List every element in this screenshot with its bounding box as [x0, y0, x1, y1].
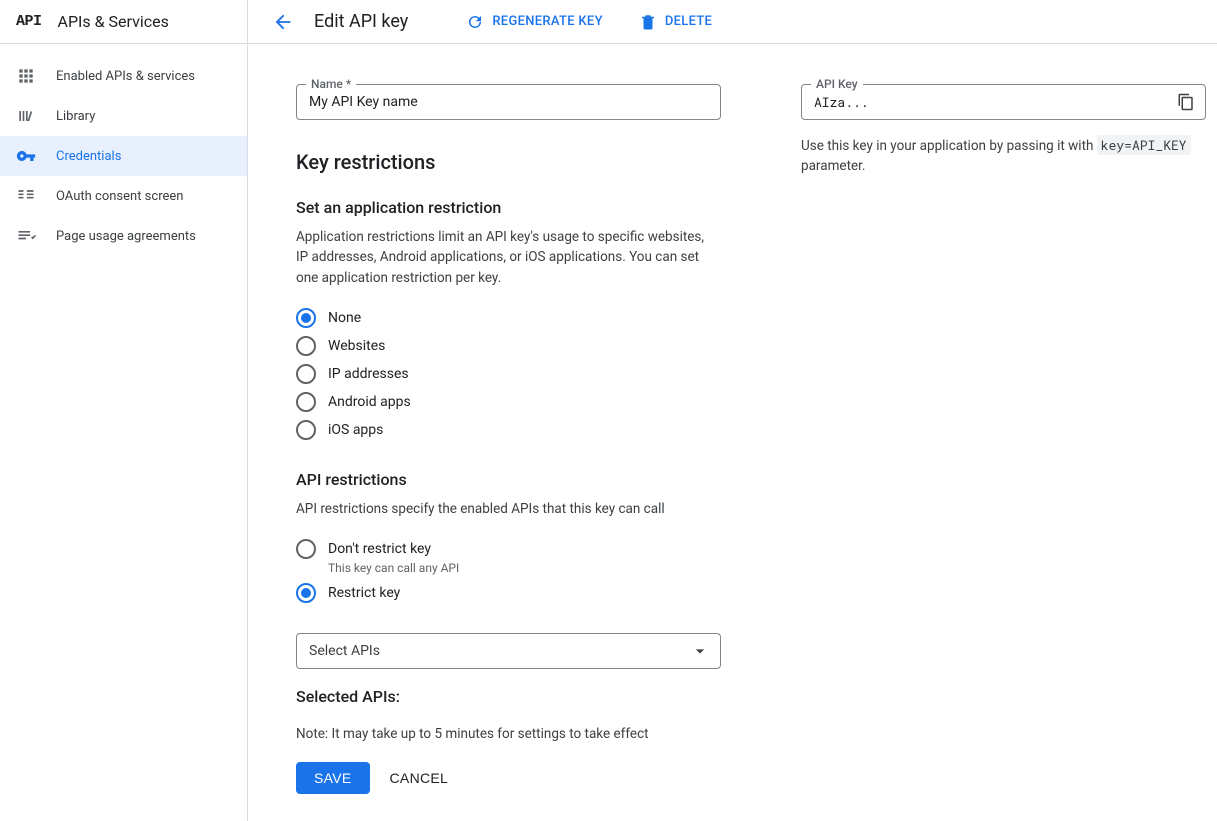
radio-icon — [296, 336, 316, 356]
right-column: API Key AIza... Use this key in your app… — [801, 84, 1206, 177]
radio-ip[interactable]: IP addresses — [296, 360, 721, 388]
select-label: Select APIs — [309, 643, 380, 659]
sidebar-item-library[interactable]: Library — [0, 96, 247, 136]
sidebar-item-oauth-consent[interactable]: OAuth consent screen — [0, 176, 247, 216]
radio-label: iOS apps — [328, 420, 383, 440]
main: Edit API key Regenerate Key Delete Name … — [248, 0, 1217, 821]
radio-sublabel: This key can call any API — [328, 561, 459, 575]
selected-apis-heading: Selected APIs: — [296, 687, 721, 706]
save-button[interactable]: SAVE — [296, 762, 370, 794]
back-button[interactable] — [272, 11, 294, 33]
cancel-button[interactable]: CANCEL — [390, 770, 449, 786]
radio-label: Android apps — [328, 392, 411, 412]
sidebar-item-label: Page usage agreements — [56, 229, 196, 244]
radio-label: Websites — [328, 336, 385, 356]
sidebar-item-page-usage[interactable]: Page usage agreements — [0, 216, 247, 256]
helper-suffix: parameter. — [801, 158, 865, 174]
regenerate-key-button[interactable]: Regenerate Key — [458, 7, 611, 37]
button-row: SAVE CANCEL — [296, 762, 721, 794]
radio-icon — [296, 392, 316, 412]
helper-code: key=API_KEY — [1097, 135, 1191, 155]
sidebar-item-label: Credentials — [56, 149, 121, 164]
select-apis-dropdown[interactable]: Select APIs — [296, 633, 721, 669]
sidebar-header: API APIs & Services — [0, 0, 247, 44]
radio-ios[interactable]: iOS apps — [296, 416, 721, 444]
radio-icon — [296, 308, 316, 328]
radio-icon — [296, 420, 316, 440]
topbar: Edit API key Regenerate Key Delete — [248, 0, 1217, 44]
api-key-label: API Key — [811, 77, 863, 91]
agreement-icon — [16, 226, 36, 246]
api-key-field: API Key AIza... — [801, 84, 1206, 120]
key-icon — [16, 146, 36, 166]
content: Name * Key restrictions Set an applicati… — [248, 44, 1217, 821]
radio-websites[interactable]: Websites — [296, 332, 721, 360]
radio-android[interactable]: Android apps — [296, 388, 721, 416]
api-logo: API — [16, 13, 42, 30]
trash-icon — [639, 13, 657, 31]
api-key-helper: Use this key in your application by pass… — [801, 136, 1206, 177]
sidebar-item-label: OAuth consent screen — [56, 189, 183, 204]
radio-label: Don't restrict key — [328, 539, 459, 559]
grid-icon — [16, 66, 36, 86]
radio-icon — [296, 364, 316, 384]
radio-dont-restrict[interactable]: Don't restrict key This key can call any… — [296, 535, 721, 579]
arrow-left-icon — [272, 11, 294, 33]
sidebar-item-label: Library — [56, 109, 95, 124]
button-label: Delete — [665, 14, 712, 29]
radio-label: None — [328, 308, 361, 328]
radio-label: IP addresses — [328, 364, 409, 384]
name-input[interactable] — [296, 84, 721, 120]
library-icon — [16, 106, 36, 126]
radio-none[interactable]: None — [296, 304, 721, 332]
sidebar: API APIs & Services Enabled APIs & servi… — [0, 0, 248, 821]
sidebar-item-label: Enabled APIs & services — [56, 69, 195, 84]
copy-button[interactable] — [1174, 90, 1198, 114]
app-restriction-desc: Application restrictions limit an API ke… — [296, 227, 706, 288]
api-restriction-heading: API restrictions — [296, 470, 721, 489]
radio-label: Restrict key — [328, 583, 400, 603]
name-field: Name * — [296, 84, 721, 120]
key-restrictions-heading: Key restrictions — [296, 150, 721, 174]
consent-icon — [16, 186, 36, 206]
radio-icon — [296, 539, 316, 559]
left-column: Name * Key restrictions Set an applicati… — [296, 84, 721, 794]
delete-button[interactable]: Delete — [631, 7, 720, 37]
sidebar-item-credentials[interactable]: Credentials — [0, 136, 247, 176]
helper-prefix: Use this key in your application by pass… — [801, 138, 1097, 154]
api-restriction-group: Don't restrict key This key can call any… — [296, 535, 721, 607]
copy-icon — [1177, 93, 1195, 111]
radio-icon — [296, 583, 316, 603]
settings-note: Note: It may take up to 5 minutes for se… — [296, 726, 721, 742]
sidebar-nav: Enabled APIs & services Library Credenti… — [0, 44, 247, 256]
name-label: Name * — [306, 77, 356, 91]
app-restriction-heading: Set an application restriction — [296, 198, 721, 217]
refresh-icon — [466, 13, 484, 31]
api-restriction-desc: API restrictions specify the enabled API… — [296, 499, 706, 519]
app-restriction-group: None Websites IP addresses Android apps — [296, 304, 721, 444]
sidebar-item-enabled-apis[interactable]: Enabled APIs & services — [0, 56, 247, 96]
page-title: Edit API key — [314, 11, 408, 32]
dropdown-icon — [690, 641, 710, 661]
radio-restrict-key[interactable]: Restrict key — [296, 579, 721, 607]
button-label: Regenerate Key — [492, 14, 603, 29]
product-title: APIs & Services — [58, 12, 169, 31]
